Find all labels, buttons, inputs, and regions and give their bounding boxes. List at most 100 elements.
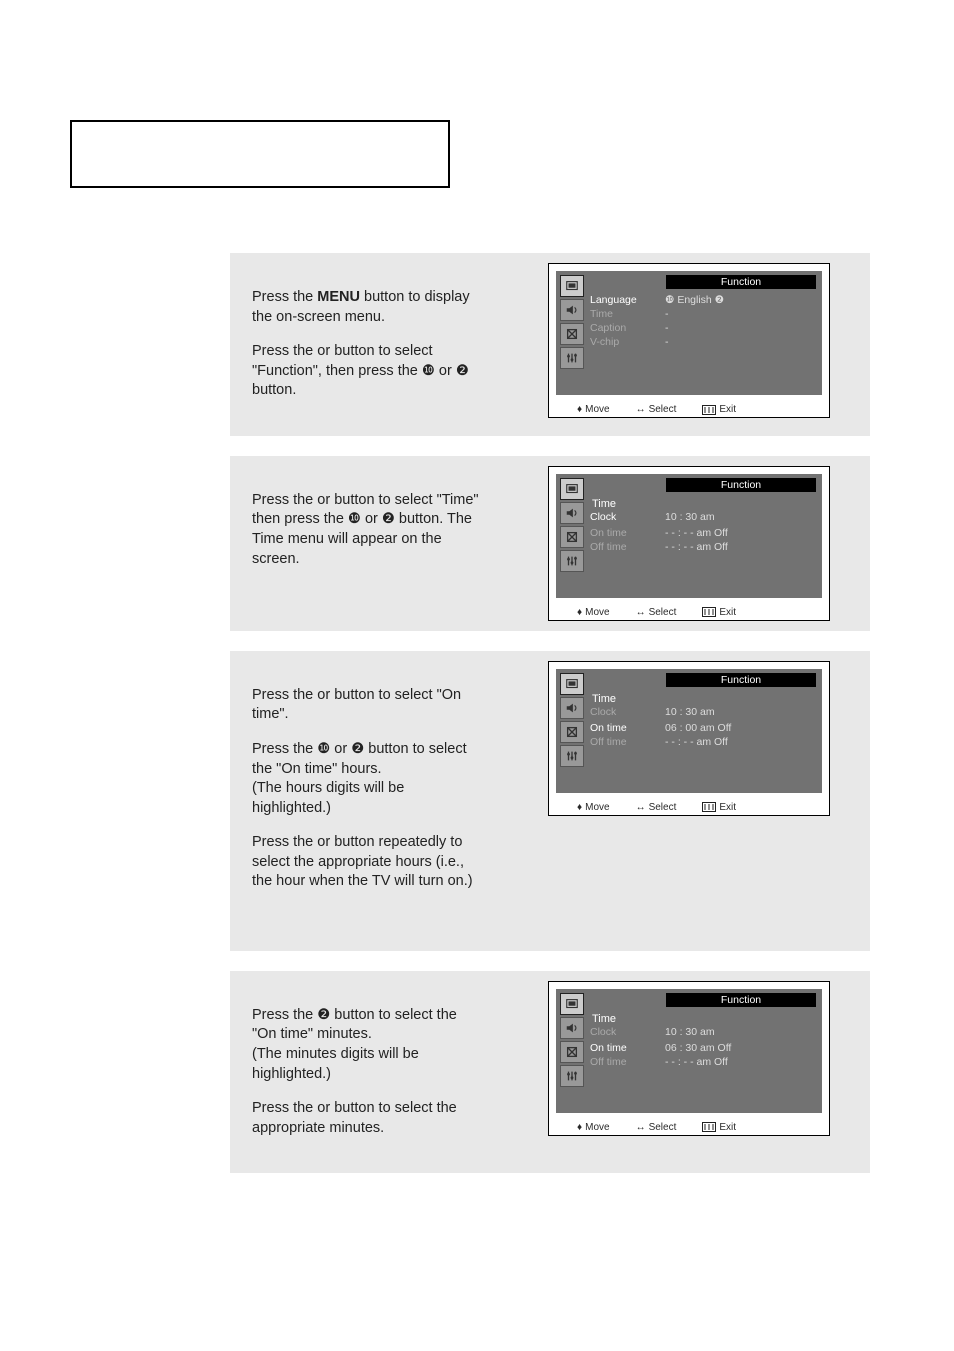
text: Press the or button to select "On time". — [252, 686, 484, 725]
foot-move-label: Move — [585, 607, 609, 618]
step-1-text: Press the MENU button to display the on-… — [230, 253, 494, 436]
osd-footer: ♦Move ↔Select Exit — [549, 402, 829, 417]
foot-select-label: Select — [649, 802, 677, 813]
osd-row-value: - - : - - am Off — [665, 541, 728, 553]
osd-icon-column — [560, 993, 582, 1089]
foot-move-label: Move — [585, 404, 609, 415]
osd-row-label: Off time — [590, 736, 665, 748]
picture-icon — [560, 673, 584, 695]
osd-row-label: Clock — [590, 706, 665, 718]
menu-glyph-icon — [702, 405, 716, 415]
osd-row-label: Off time — [590, 541, 665, 553]
osd-figure-3: Function Time Clock10 : 30 am On time06 … — [548, 661, 830, 816]
text: Press the ❷ button to select the "On tim… — [252, 1006, 484, 1084]
picture-icon — [560, 275, 584, 297]
sound-icon — [560, 697, 584, 719]
osd-icon-column — [560, 673, 582, 769]
sound-icon — [560, 1017, 584, 1039]
title-frame — [70, 120, 450, 188]
step-2: Press the or button to select "Time" the… — [230, 456, 870, 631]
osd-row-label: V-chip — [590, 336, 665, 348]
osd-row-label: Caption — [590, 322, 665, 334]
sound-icon — [560, 299, 584, 321]
foot-select-label: Select — [649, 607, 677, 618]
foot-select-label: Select — [649, 404, 677, 415]
text: Press the or button to select the approp… — [252, 1099, 484, 1138]
step-1: Press the MENU button to display the on-… — [230, 253, 870, 436]
osd-row-label: Off time — [590, 1056, 665, 1068]
osd-figure-1: Function Language❿ English ❷ Time- Capti… — [548, 263, 830, 418]
osd-panel: Function Time Clock10 : 30 am On time06 … — [556, 669, 822, 793]
osd-subtitle: Time — [592, 693, 818, 705]
osd-row-value: - — [665, 308, 669, 320]
picture-icon — [560, 993, 584, 1015]
step-3-text: Press the or button to select "On time".… — [230, 651, 494, 927]
osd-row-value: 06 : 00 am Off — [665, 722, 731, 734]
step-4: Press the ❷ button to select the "On tim… — [230, 971, 870, 1173]
osd-row-label: Clock — [590, 1026, 665, 1038]
foot-move-label: Move — [585, 802, 609, 813]
osd-icon-column — [560, 478, 582, 574]
picture-icon — [560, 478, 584, 500]
osd-row-value: - - : - - am Off — [665, 736, 728, 748]
text: Press the or button to select "Function"… — [252, 342, 484, 401]
text: Press the or button repeatedly to select… — [252, 833, 484, 892]
osd-row-value: - - : - - am Off — [665, 527, 728, 539]
osd-row-value: 06 : 30 am Off — [665, 1042, 731, 1054]
function-icon — [560, 1065, 584, 1087]
osd-row-label: On time — [590, 527, 665, 539]
osd-panel: Function Time Clock10 : 30 am On time- -… — [556, 474, 822, 598]
osd-figure-4: Function Time Clock10 : 30 am On time06 … — [548, 981, 830, 1136]
foot-move: ♦Move — [577, 404, 610, 415]
osd-row-value: - — [665, 322, 669, 334]
channel-icon — [560, 721, 584, 743]
osd-figure-2: Function Time Clock10 : 30 am On time- -… — [548, 466, 830, 621]
osd-subtitle: Time — [592, 498, 818, 510]
text: Press the or button to select "Time" the… — [252, 491, 484, 569]
osd-icon-column — [560, 275, 582, 371]
osd-panel: Function Language❿ English ❷ Time- Capti… — [556, 271, 822, 395]
content-column: Press the MENU button to display the on-… — [230, 253, 870, 1173]
osd-footer: ♦Move ↔Select Exit — [549, 1120, 829, 1135]
foot-exit-label: Exit — [719, 607, 736, 618]
osd-row-value: - — [665, 336, 669, 348]
osd-row-value: 10 : 30 am — [665, 1026, 715, 1038]
sound-icon — [560, 502, 584, 524]
foot-select: ↔Select — [636, 404, 677, 415]
step-2-text: Press the or button to select "Time" the… — [230, 456, 494, 604]
foot-select-label: Select — [649, 1122, 677, 1133]
osd-row-value: ❿ English ❷ — [665, 294, 724, 306]
channel-icon — [560, 323, 584, 345]
text: Press the — [252, 289, 317, 305]
text: Press the ❿ or ❷ button to select the "O… — [252, 740, 484, 818]
osd-footer: ♦Move ↔Select Exit — [549, 605, 829, 620]
foot-exit: Exit — [702, 404, 736, 415]
osd-panel: Function Time Clock10 : 30 am On time06 … — [556, 989, 822, 1113]
osd-row-label: Clock — [590, 511, 665, 523]
menu-word: MENU — [317, 289, 360, 305]
foot-exit-label: Exit — [719, 802, 736, 813]
osd-row-value: 10 : 30 am — [665, 706, 715, 718]
osd-banner: Function — [666, 673, 816, 687]
osd-subtitle: Time — [592, 1013, 818, 1025]
osd-row-label: Time — [590, 308, 665, 320]
channel-icon — [560, 1041, 584, 1063]
osd-banner: Function — [666, 478, 816, 492]
osd-row-value: - - : - - am Off — [665, 1056, 728, 1068]
channel-icon — [560, 526, 584, 548]
osd-footer: ♦Move ↔Select Exit — [549, 800, 829, 815]
osd-row-label: Language — [590, 294, 665, 306]
osd-row-value: 10 : 30 am — [665, 511, 715, 523]
step-3: Press the or button to select "On time".… — [230, 651, 870, 951]
foot-move-label: Move — [585, 1122, 609, 1133]
osd-row-label: On time — [590, 722, 665, 734]
step-4-text: Press the ❷ button to select the "On tim… — [230, 971, 494, 1173]
function-icon — [560, 550, 584, 572]
foot-exit-label: Exit — [719, 404, 736, 415]
osd-banner: Function — [666, 275, 816, 289]
function-icon — [560, 347, 584, 369]
foot-exit-label: Exit — [719, 1122, 736, 1133]
osd-banner: Function — [666, 993, 816, 1007]
osd-row-label: On time — [590, 1042, 665, 1054]
function-icon — [560, 745, 584, 767]
